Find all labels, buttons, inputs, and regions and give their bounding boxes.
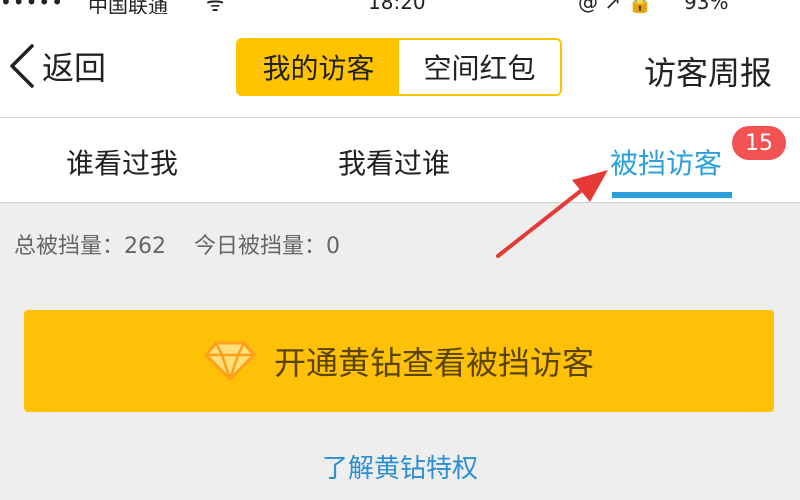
- tab-who-i-viewed[interactable]: 我看过谁: [338, 142, 450, 182]
- active-tab-indicator: [612, 192, 732, 198]
- total-blocked-label: 总被挡量：: [14, 234, 125, 259]
- diamond-icon: [204, 341, 256, 381]
- nav-bar: 返回 我的访客 空间红包 访客周报: [0, 14, 800, 118]
- battery-level: 93%: [684, 0, 729, 14]
- open-yellow-diamond-button[interactable]: 开通黄钻查看被挡访客: [24, 310, 774, 412]
- open-yellow-diamond-label: 开通黄钻查看被挡访客: [273, 344, 594, 382]
- tab-blocked-visitors[interactable]: 被挡访客: [610, 142, 722, 182]
- tab-who-viewed-me[interactable]: 谁看过我: [66, 142, 178, 182]
- status-icons: @ ↗ 🔒: [578, 0, 653, 14]
- today-blocked-label: 今日被挡量：: [194, 234, 327, 259]
- segment-space-red-packet[interactable]: 空间红包: [399, 40, 560, 94]
- back-label: 返回: [42, 49, 107, 87]
- segment-my-visitors[interactable]: 我的访客: [238, 40, 399, 94]
- tab-bar: 谁看过我 我看过谁 被挡访客 15: [0, 118, 800, 203]
- visitor-weekly-button[interactable]: 访客周报: [644, 48, 772, 94]
- status-bar: ••••• 中国联通 ᯤ 18:20 @ ↗ 🔒 93%: [0, 0, 800, 14]
- total-blocked-value: 262: [124, 234, 167, 259]
- learn-yellow-diamond-link[interactable]: 了解黄钻特权: [0, 448, 800, 485]
- carrier-name: 中国联通: [88, 0, 168, 14]
- status-time: 18:20: [368, 0, 426, 14]
- blocked-count-badge: 15: [732, 126, 786, 160]
- chevron-left-icon: [10, 44, 34, 88]
- wifi-icon: ᯤ: [206, 0, 225, 14]
- back-button[interactable]: 返回: [8, 44, 106, 88]
- signal-dots: •••••: [0, 0, 64, 14]
- segmented-control: 我的访客 空间红包: [236, 38, 562, 96]
- blocked-stats: 总被挡量：262 今日被挡量：0: [14, 228, 340, 260]
- today-blocked-value: 0: [326, 234, 341, 259]
